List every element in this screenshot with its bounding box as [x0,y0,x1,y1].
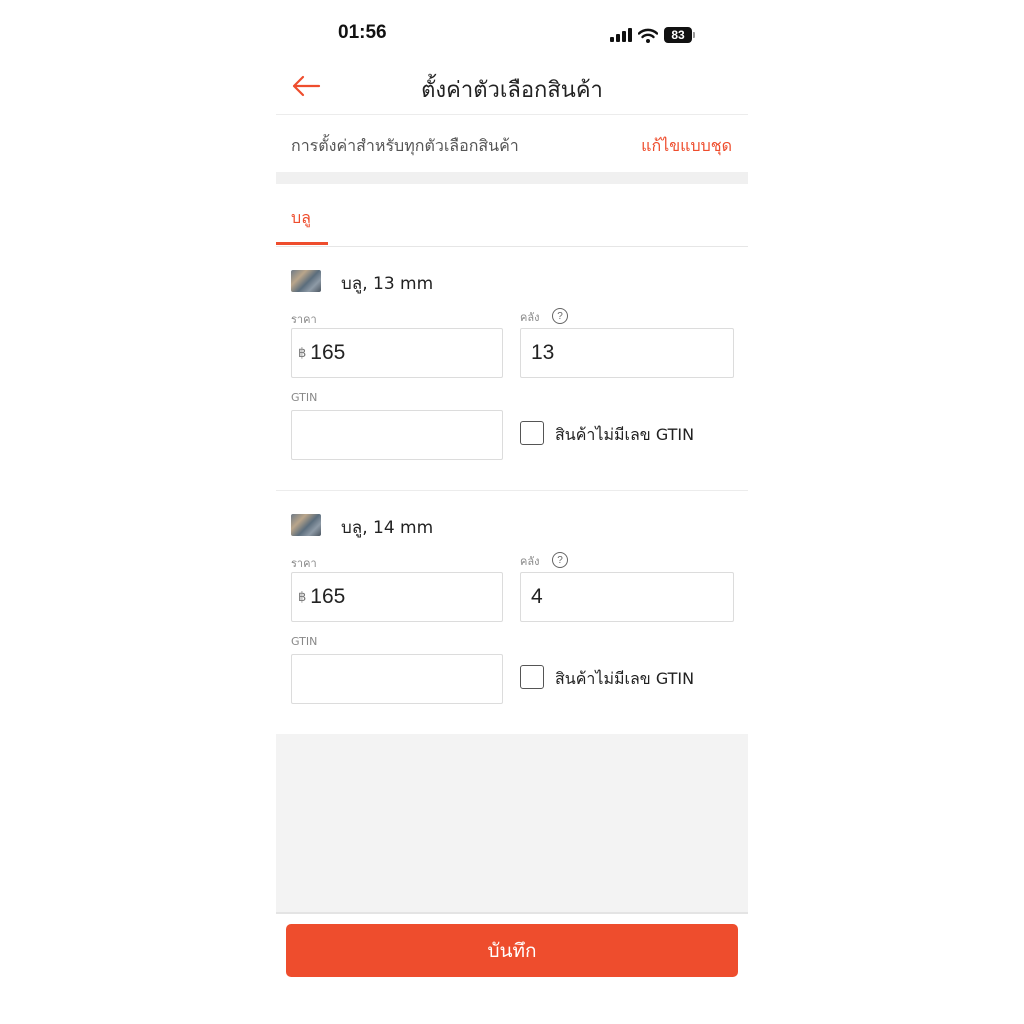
page-title: ตั้งค่าตัวเลือกสินค้า [421,78,603,103]
price-value: 165 [310,585,346,608]
footer-divider [276,912,748,914]
baht-symbol: ฿ [298,589,307,604]
variant-name: บลู, 14 mm [341,518,434,538]
tab-blue[interactable]: บลู [291,206,311,231]
gtin-input[interactable] [291,654,503,704]
gtin-input[interactable] [291,410,503,460]
variant-thumbnail [291,270,321,292]
section-separator [276,172,748,184]
phone-screen: 01:56 83 ตั้งค่าตัวเลือกสินค้า การตั้งค่… [276,0,748,1024]
status-time: 01:56 [338,22,387,43]
no-gtin-checkbox[interactable] [520,421,544,445]
stock-value: 4 [531,585,543,608]
header-divider [276,114,748,115]
baht-symbol: ฿ [298,345,307,360]
help-icon[interactable]: ? [552,552,568,568]
price-label: ราคา [291,313,317,326]
price-value: 165 [310,341,346,364]
no-gtin-label: สินค้าไม่มีเลข GTIN [555,669,695,688]
variant-thumbnail [291,514,321,536]
stock-label: คลัง [520,311,540,324]
save-button[interactable]: บันทึก [286,924,738,977]
batch-edit-link[interactable]: แก้ไขแบบชุด [641,134,732,159]
help-icon[interactable]: ? [552,308,568,324]
variant-card: บลู, 13 mm ราคา คลัง ? ฿ 165 13 GTIN สิน… [276,246,748,490]
all-variants-settings-label: การตั้งค่าสำหรับทุกตัวเลือกสินค้า [291,136,519,155]
stock-input[interactable]: 13 [520,328,734,378]
stock-input[interactable]: 4 [520,572,734,622]
gtin-label: GTIN [291,635,318,648]
variant-name: บลู, 13 mm [341,274,434,294]
stock-label: คลัง [520,555,540,568]
signal-icon [610,28,632,42]
no-gtin-checkbox[interactable] [520,665,544,689]
gtin-label: GTIN [291,391,318,404]
price-input[interactable]: ฿ 165 [291,328,503,378]
price-input[interactable]: ฿ 165 [291,572,503,622]
empty-content-area [276,734,748,912]
no-gtin-label: สินค้าไม่มีเลข GTIN [555,425,695,444]
price-label: ราคา [291,557,317,570]
status-icons: 83 [610,24,695,46]
active-tab-indicator [276,242,328,245]
stock-value: 13 [531,341,555,364]
battery-icon: 83 [664,27,695,43]
wifi-icon [638,28,658,43]
variant-card: บลู, 14 mm ราคา คลัง ? ฿ 165 4 GTIN สินค… [276,490,748,734]
